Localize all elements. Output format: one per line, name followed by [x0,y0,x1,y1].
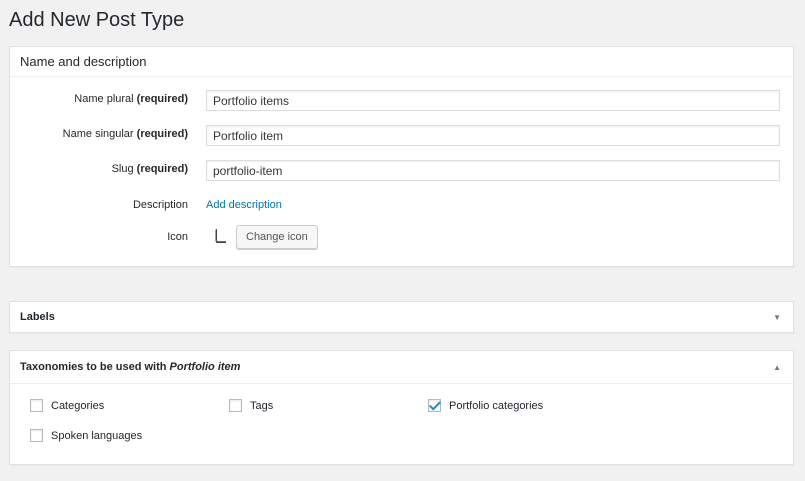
taxonomy-spoken-languages[interactable]: Spoken languages [30,429,142,442]
expand-arrow-icon[interactable]: ▼ [773,313,781,322]
name-plural-input[interactable] [206,90,780,111]
name-singular-row: Name singular (required) [10,125,793,147]
slug-label: Slug (required) [111,163,188,175]
name-plural-row: Name plural (required) [10,90,793,112]
taxonomy-label: Tags [250,399,274,412]
taxonomies-header[interactable]: Taxonomies to be used with Portfolio ite… [10,351,793,384]
name-description-panel: Name and description Name plural (requir… [9,46,794,267]
checkbox[interactable] [30,399,43,412]
description-label: Description [132,199,188,211]
description-row: Description Add description [10,199,793,221]
taxonomy-categories[interactable]: Categories [30,399,104,412]
labels-title: Labels [20,311,55,323]
icon-row: Icon Change icon [10,225,793,254]
taxonomy-label: Categories [51,399,105,412]
collapse-arrow-icon[interactable]: ▲ [773,363,781,372]
icon-label: Icon [167,231,188,243]
checkbox[interactable] [229,399,242,412]
taxonomy-portfolio-categories[interactable]: Portfolio categories [428,399,543,412]
name-singular-label: Name singular (required) [62,128,188,140]
labels-panel[interactable]: Labels ▼ [9,301,794,333]
taxonomy-label: Spoken languages [51,429,143,442]
name-plural-label: Name plural (required) [74,93,188,105]
taxonomy-tags[interactable]: Tags [229,399,273,412]
labels-header[interactable]: Labels ▼ [10,302,793,332]
change-icon-button[interactable]: Change icon [236,225,318,249]
taxonomy-label: Portfolio categories [449,399,544,412]
taxonomies-panel: Taxonomies to be used with Portfolio ite… [9,350,794,465]
name-singular-input[interactable] [206,125,780,146]
checkbox-checked[interactable] [428,399,441,412]
add-description-link[interactable]: Add description [206,199,282,211]
page-title: Add New Post Type [9,9,185,31]
slug-input[interactable] [206,160,780,181]
taxonomies-title: Taxonomies to be used with Portfolio ite… [20,361,241,373]
slug-row: Slug (required) [10,160,793,182]
book-icon [215,229,226,243]
checkbox[interactable] [30,429,43,442]
panel-header: Name and description [10,47,793,77]
